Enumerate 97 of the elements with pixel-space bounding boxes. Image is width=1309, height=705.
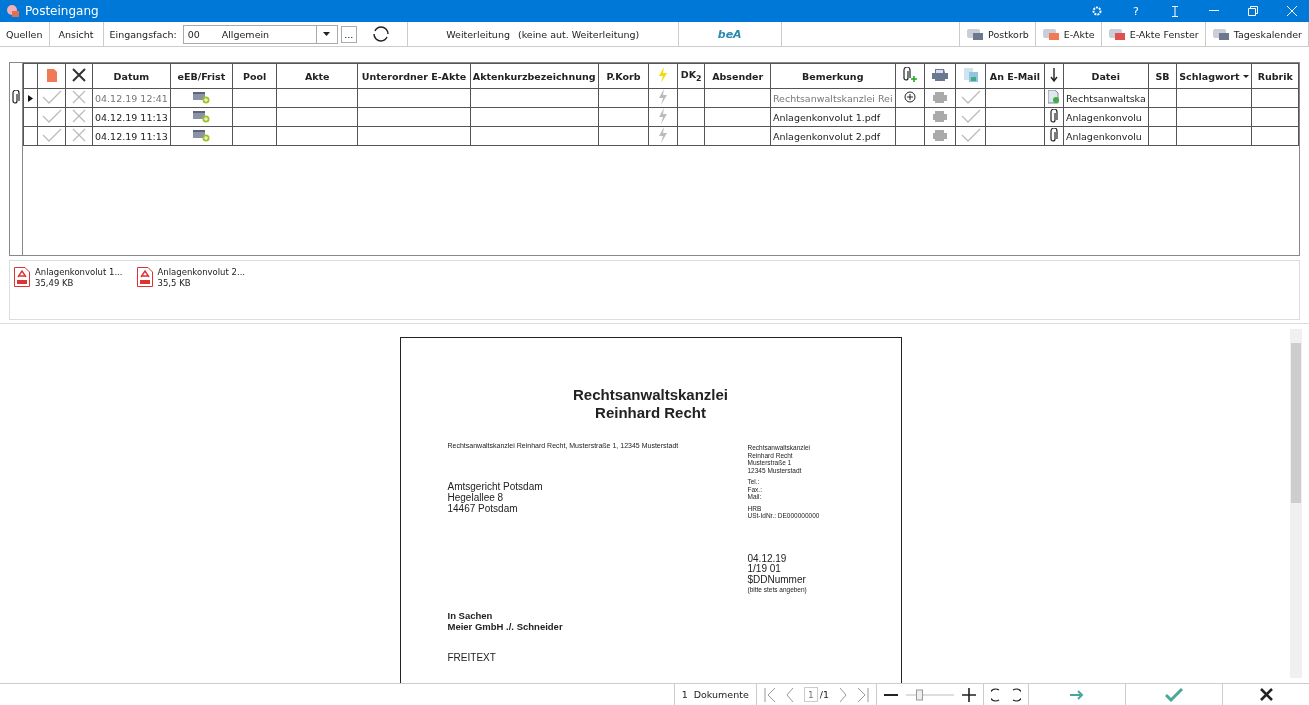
- check-icon: [41, 90, 62, 104]
- paperclip-icon: [1049, 127, 1059, 143]
- forward-arrow-icon[interactable]: [1070, 689, 1084, 700]
- caret-icon: [323, 32, 331, 36]
- more-button[interactable]: ...: [340, 25, 357, 43]
- reference-line: $DDNummer: [747, 574, 807, 585]
- inbox-label: Eingangsfach:: [109, 28, 177, 40]
- address-line: Hegelallee 8: [447, 492, 504, 503]
- close-icon: [71, 67, 88, 83]
- confirm-check-icon[interactable]: [1165, 687, 1183, 702]
- letterhead: Rechtsanwaltskanzlei: [571, 386, 730, 404]
- address-line: Amtsgericht Potsdam: [447, 481, 544, 492]
- minimize-icon[interactable]: [1209, 10, 1219, 12]
- arrow-down-icon: [1049, 68, 1058, 82]
- bea-logo[interactable]: beA: [717, 27, 742, 41]
- rotate-right-icon[interactable]: [1011, 687, 1021, 702]
- subject-line: Meier GmbH ./. Schneider: [447, 620, 564, 632]
- file-cell: Rechtsanwaltska: [1065, 92, 1146, 104]
- forwarding-label[interactable]: Weiterleitung: [446, 28, 510, 40]
- close-icon: [71, 89, 88, 105]
- document-icon: [46, 68, 57, 82]
- document-count-label: Dokumente: [693, 689, 749, 700]
- reference-line: 04.12.19: [747, 553, 788, 564]
- lightning-icon: [658, 127, 669, 143]
- inbox-dropdown[interactable]: 00 Allgemein: [182, 24, 338, 44]
- close-icon: [71, 127, 88, 143]
- check-icon: [960, 109, 981, 123]
- printer-icon: [931, 128, 948, 142]
- printer-icon: [930, 68, 949, 82]
- caret-icon[interactable]: [1243, 74, 1250, 78]
- lightning-icon: [658, 67, 669, 83]
- zoom-out-icon[interactable]: [884, 693, 898, 696]
- printer-icon: [931, 90, 948, 104]
- rotate-left-icon[interactable]: [991, 687, 1001, 702]
- window-title: Posteingang: [25, 4, 100, 18]
- pdf-file-icon[interactable]: [136, 267, 153, 287]
- file-name[interactable]: Anlagenkonvolut 2...: [157, 267, 246, 278]
- zoom-slider[interactable]: [906, 688, 954, 701]
- body-text: FREITEXT: [447, 651, 497, 663]
- add-icon[interactable]: [903, 91, 916, 103]
- scrollbar[interactable]: [1290, 329, 1302, 678]
- column-header[interactable]: Akte: [304, 70, 330, 82]
- help-button[interactable]: ?: [1119, 4, 1153, 18]
- forwarding-status: (keine aut. Weiterleitung): [517, 28, 640, 40]
- folder-icon: [1107, 27, 1126, 41]
- check-icon: [960, 128, 981, 142]
- document-add-icon: [1047, 90, 1060, 104]
- date-cell: 04.12.19 12:41: [95, 92, 168, 104]
- close-icon: [71, 108, 88, 124]
- close-icon[interactable]: [1287, 6, 1297, 16]
- settings-icon[interactable]: [1092, 6, 1102, 16]
- calendar-add-icon: [192, 109, 211, 123]
- document-image-icon: [962, 67, 979, 83]
- paperclip-icon: [1049, 108, 1059, 124]
- lightning-icon: [658, 108, 669, 124]
- page-total: /1: [819, 689, 829, 700]
- subject-line: In Sachen: [447, 609, 494, 621]
- check-icon: [960, 90, 981, 104]
- file-cell: Anlagenkonvolu: [1065, 111, 1142, 123]
- folder-icon: [1211, 27, 1230, 41]
- paperclip-icon: [11, 89, 21, 105]
- document-count: 1: [681, 689, 688, 700]
- calendar-add-icon: [192, 128, 211, 142]
- folder-icon: [966, 27, 985, 41]
- file-name[interactable]: Anlagenkonvolut 1...: [35, 267, 123, 278]
- date-cell: 04.12.19 11:13: [95, 111, 168, 123]
- date-cell: 04.12.19 11:13: [95, 130, 168, 142]
- check-icon: [41, 109, 62, 123]
- column-header[interactable]: Datei: [1091, 70, 1121, 82]
- paperclip-add-icon: [902, 67, 917, 83]
- refresh-icon[interactable]: [372, 26, 389, 42]
- first-page-icon[interactable]: [763, 687, 776, 702]
- previous-page-icon[interactable]: [785, 687, 794, 702]
- restore-icon[interactable]: [1248, 6, 1258, 16]
- app-icon: [6, 4, 20, 18]
- file-size: 35,5 KB: [157, 278, 192, 289]
- printer-icon: [931, 109, 948, 123]
- text-cursor-icon[interactable]: [1172, 5, 1178, 17]
- reference-line: 1/19 01: [747, 564, 782, 575]
- last-page-icon[interactable]: [857, 687, 869, 702]
- folder-icon: [1041, 27, 1060, 41]
- remark-cell: Anlagenkonvolut 2.pdf: [772, 130, 881, 142]
- address-line: 14467 Potsdam: [447, 503, 519, 514]
- letterhead: Reinhard Recht: [594, 404, 707, 422]
- calendar-add-icon: [192, 90, 211, 104]
- remark-cell: Rechtsanwaltskanzlei Rei: [772, 92, 893, 104]
- file-cell: Anlagenkonvolu: [1065, 130, 1142, 142]
- file-size: 35,49 KB: [35, 278, 75, 289]
- row-pointer-icon: [27, 94, 33, 102]
- next-page-icon[interactable]: [839, 687, 847, 702]
- pdf-file-icon[interactable]: [14, 267, 30, 287]
- check-icon: [41, 128, 62, 142]
- page-field[interactable]: 1: [803, 687, 818, 702]
- cancel-icon[interactable]: [1259, 688, 1273, 701]
- remark-cell: Anlagenkonvolut 1.pdf: [772, 111, 881, 123]
- lightning-icon: [658, 89, 669, 105]
- zoom-in-icon[interactable]: [962, 687, 976, 702]
